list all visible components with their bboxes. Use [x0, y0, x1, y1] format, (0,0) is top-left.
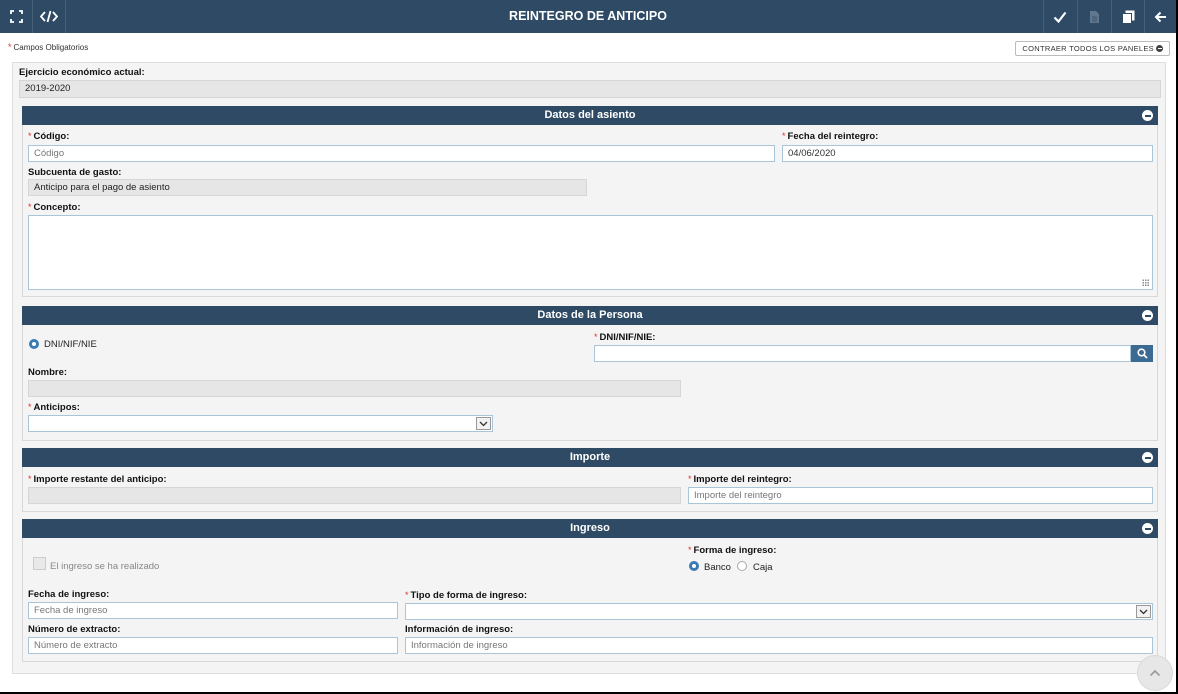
fiscal-year-label: Ejercicio económico actual:: [19, 67, 145, 78]
dni-label: * DNI/NIF/NIE:: [594, 332, 656, 343]
codigo-input[interactable]: Código: [28, 145, 775, 162]
fecha-ingreso-label: Fecha de ingreso:: [28, 589, 110, 600]
anticipos-label: * Anticipos:: [28, 402, 80, 413]
app-window: REINTEGRO DE ANTICIPO * Campos Obligatori…: [0, 0, 1176, 692]
nombre-field: [28, 380, 681, 397]
forma-radio-caja-label: Caja: [753, 562, 773, 573]
back-button[interactable]: [1144, 0, 1176, 33]
info-ingreso-input[interactable]: Información de ingreso: [405, 637, 1153, 654]
importe-reintegro-label: * Importe del reintegro:: [688, 474, 792, 485]
chevron-up-icon: [1149, 669, 1161, 677]
anticipos-select[interactable]: [28, 415, 493, 432]
search-button[interactable]: [1131, 345, 1153, 362]
importe-restante-field: [28, 487, 681, 504]
required-star-icon: *: [688, 545, 692, 555]
dni-input[interactable]: [594, 345, 1131, 362]
page-title: REINTEGRO DE ANTICIPO: [509, 9, 667, 23]
panel-header-ingreso[interactable]: Ingreso: [22, 519, 1158, 538]
collapse-all-button[interactable]: CONTRAER TODOS LOS PANELES: [1015, 41, 1170, 56]
collapse-icon[interactable]: [1142, 110, 1153, 121]
chevron-down-icon[interactable]: [1136, 605, 1151, 618]
importe-restante-label: * Importe restante del anticipo:: [28, 474, 167, 485]
forma-radio-banco[interactable]: [689, 561, 699, 571]
top-bar: REINTEGRO DE ANTICIPO: [0, 0, 1176, 33]
required-star-icon: *: [688, 474, 692, 484]
resize-handle-icon[interactable]: [1142, 279, 1149, 286]
check-icon: [1053, 11, 1067, 23]
fecha-reintegro-input[interactable]: 04/06/2020: [782, 145, 1153, 162]
collapse-icon[interactable]: [1142, 452, 1153, 463]
required-star-icon: *: [405, 590, 409, 600]
subcuenta-field: Anticipo para el pago de asiento: [28, 179, 587, 196]
nombre-label: Nombre:: [28, 367, 68, 378]
concepto-textarea[interactable]: [28, 215, 1153, 290]
forma-ingreso-label: * Forma de ingreso:: [688, 545, 777, 556]
minus-circle-icon: [1156, 45, 1163, 52]
required-star-icon: *: [8, 42, 12, 52]
collapse-icon[interactable]: [1142, 523, 1153, 534]
arrow-left-icon: [1154, 11, 1166, 22]
required-star-icon: *: [782, 131, 786, 141]
tipo-forma-label: * Tipo de forma de ingreso:: [405, 590, 527, 601]
panel-header-asiento[interactable]: Datos del asiento: [22, 106, 1158, 125]
required-star-icon: *: [594, 332, 598, 342]
scroll-top-button[interactable]: [1137, 655, 1173, 691]
required-star-icon: *: [28, 131, 32, 141]
panel-header-persona[interactable]: Datos de la Persona: [22, 306, 1158, 325]
dni-radio[interactable]: [29, 339, 39, 349]
ingreso-realizado-label: El ingreso se ha realizado: [50, 561, 160, 572]
dni-radio-label: DNI/NIF/NIE: [44, 339, 97, 350]
forma-radio-caja[interactable]: [737, 561, 747, 571]
panel-header-importe[interactable]: Importe: [22, 448, 1158, 467]
fecha-ingreso-input[interactable]: Fecha de ingreso: [28, 602, 398, 619]
ingreso-realizado-checkbox[interactable]: [33, 557, 46, 570]
required-star-icon: *: [28, 402, 32, 412]
chevron-down-icon[interactable]: [476, 417, 491, 430]
tipo-forma-select[interactable]: [405, 603, 1153, 620]
search-icon: [1136, 348, 1148, 359]
document-icon: [1089, 10, 1099, 23]
forma-radio-banco-label: Banco: [704, 562, 731, 573]
extracto-label: Número de extracto:: [28, 624, 121, 635]
copy-button[interactable]: [1111, 0, 1144, 33]
fiscal-year-field: 2019-2020: [19, 80, 1161, 98]
fecha-reintegro-label: * Fecha del reintegro:: [782, 131, 879, 142]
codigo-label: * Código:: [28, 131, 70, 142]
importe-reintegro-input[interactable]: Importe del reintegro: [688, 487, 1153, 504]
required-star-icon: *: [28, 474, 32, 484]
subcuenta-label: Subcuenta de gasto:: [28, 167, 122, 178]
copy-icon: [1121, 10, 1134, 24]
document-button[interactable]: [1077, 0, 1110, 33]
info-ingreso-label: Información de ingreso:: [405, 624, 514, 635]
collapse-icon[interactable]: [1142, 310, 1153, 321]
required-note: * Campos Obligatorios: [8, 42, 89, 52]
concepto-label: * Concepto:: [28, 202, 81, 213]
required-star-icon: *: [28, 202, 32, 212]
save-button[interactable]: [1043, 0, 1076, 33]
extracto-input[interactable]: Número de extracto: [28, 637, 398, 654]
